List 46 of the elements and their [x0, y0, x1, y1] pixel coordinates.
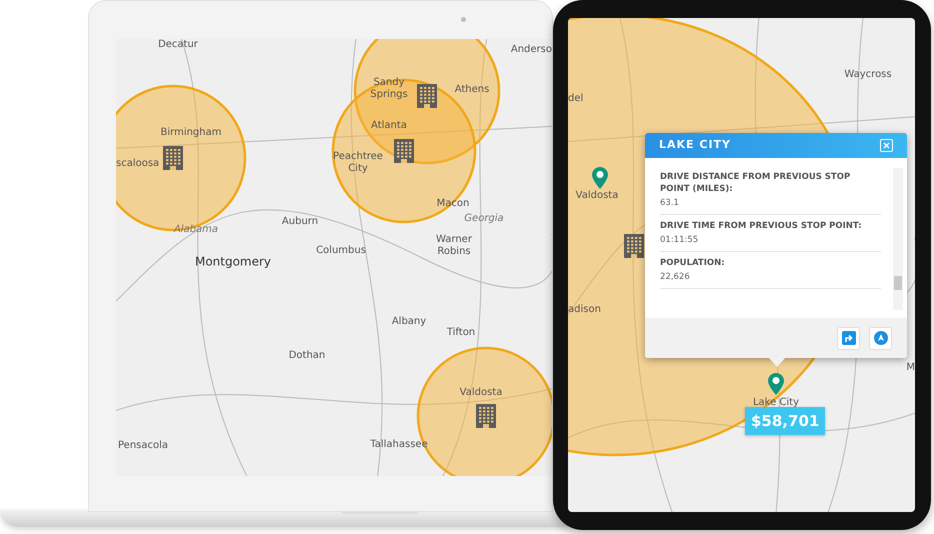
navigate-button[interactable] [869, 326, 892, 350]
field-value: 22,626 [660, 272, 691, 283]
field-value: 63.1 [660, 198, 680, 209]
map-pin-icon[interactable] [768, 373, 784, 395]
field-value: 01:11:55 [660, 235, 700, 246]
directions-button[interactable] [837, 326, 860, 350]
scrollbar[interactable] [893, 168, 903, 310]
map-label: Montgomery [194, 254, 272, 270]
building-icon[interactable] [414, 83, 440, 109]
map-label: Athens [454, 84, 490, 96]
field-label: DRIVE TIME FROM PREVIOUS STOP POINT: [660, 220, 863, 232]
map-pin-icon[interactable] [592, 167, 608, 189]
map-label: adison [568, 304, 601, 316]
map-label: Sandy Springs [369, 77, 409, 101]
map-label: Macon [436, 198, 470, 210]
map-label: Anderso [510, 44, 552, 56]
map-label: Warner Robins [435, 234, 473, 258]
map-label: Albany [392, 316, 426, 328]
popup-pointer [769, 358, 785, 367]
map-label: scaloosa [116, 158, 160, 170]
map-label: M [906, 362, 915, 374]
map-label: Alabama [174, 224, 218, 236]
building-icon[interactable] [621, 233, 647, 259]
map-label: Georgia [464, 213, 504, 225]
map-label: Valdosta [460, 387, 502, 399]
map-label: Decatur [158, 39, 198, 51]
field-label: POPULATION: [660, 257, 726, 269]
price-value: $58,701 [751, 410, 820, 432]
close-icon [883, 142, 890, 149]
map-label: Tifton [446, 327, 476, 339]
building-icon[interactable] [160, 145, 186, 171]
building-icon[interactable] [473, 403, 499, 429]
field-label: DRIVE DISTANCE FROM PREVIOUS STOP POINT (MILES): [660, 171, 852, 195]
close-button[interactable] [880, 139, 893, 152]
map-label: Birmingham [160, 127, 222, 139]
map-label: Waycross [844, 69, 892, 81]
popup-title: LAKE CITY [659, 137, 732, 154]
map-label: Atlanta [371, 120, 407, 132]
map-label: Dothan [288, 350, 326, 362]
map-label: Columbus [316, 245, 366, 257]
building-icon[interactable] [391, 138, 417, 164]
map-label: Auburn [282, 216, 318, 228]
map-label: Valdosta [576, 190, 618, 202]
scroll-thumb[interactable] [894, 276, 902, 290]
map-label: del [568, 93, 584, 105]
map-label: Pensacola [118, 440, 168, 452]
